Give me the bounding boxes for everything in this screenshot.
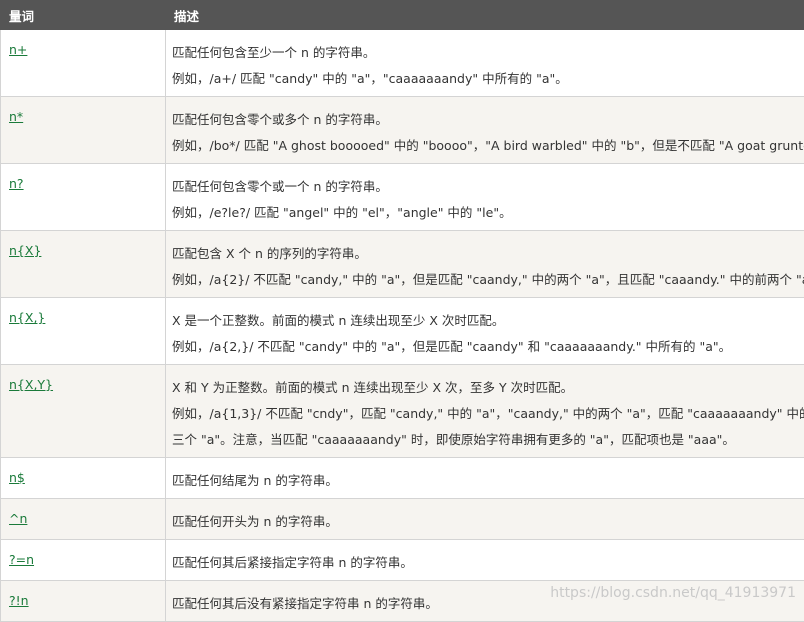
- table-row: n{X} 匹配包含 X 个 n 的序列的字符串。例如，/a{2}/ 不匹配 "ca…: [1, 231, 804, 298]
- description-cell: 匹配任何包含零个或一个 n 的字符串。例如，/e?le?/ 匹配 "angel"…: [166, 164, 804, 231]
- table-row: ?=n 匹配任何其后紧接指定字符串 n 的字符串。: [1, 540, 804, 581]
- description-cell: 匹配任何包含至少一个 n 的字符串。例如，/a+/ 匹配 "candy" 中的 …: [166, 30, 804, 97]
- table-row: n{X,Y} X 和 Y 为正整数。前面的模式 n 连续出现至少 X 次，至多 Y…: [1, 365, 804, 458]
- description-cell: 匹配任何结尾为 n 的字符串。: [166, 458, 804, 499]
- header-quantifier: 量词: [1, 1, 166, 30]
- description-line: 例如，/a{1,3}/ 不匹配 "cndy"，匹配 "candy," 中的 "a…: [172, 401, 804, 427]
- table-row: ?!n 匹配任何其后没有紧接指定字符串 n 的字符串。: [1, 581, 804, 622]
- description-line: 例如，/a{2,}/ 不匹配 "candy" 中的 "a"，但是匹配 "caan…: [172, 334, 804, 360]
- description-cell: 匹配包含 X 个 n 的序列的字符串。例如，/a{2}/ 不匹配 "candy,…: [166, 231, 804, 298]
- description-line: 例如，/a+/ 匹配 "candy" 中的 "a"，"caaaaaaandy" …: [172, 66, 804, 92]
- quantifier-link[interactable]: n$: [9, 470, 25, 485]
- description-line: 三个 "a"。注意，当匹配 "caaaaaaandy" 时，即使原始字符串拥有更…: [172, 427, 804, 453]
- quantifier-link[interactable]: n{X,}: [9, 310, 45, 325]
- quantifier-link[interactable]: n*: [9, 109, 23, 124]
- description-cell: 匹配任何包含零个或多个 n 的字符串。例如，/bo*/ 匹配 "A ghost …: [166, 97, 804, 164]
- quantifier-link[interactable]: n?: [9, 176, 24, 191]
- table-row: n+ 匹配任何包含至少一个 n 的字符串。例如，/a+/ 匹配 "candy" 中…: [1, 30, 804, 97]
- table-row: n$ 匹配任何结尾为 n 的字符串。: [1, 458, 804, 499]
- quantifier-link[interactable]: ?!n: [9, 593, 29, 608]
- header-description: 描述: [166, 1, 804, 30]
- table-header-row: 量词 描述: [1, 1, 804, 30]
- description-line: 匹配包含 X 个 n 的序列的字符串。: [172, 241, 804, 267]
- description-line: 例如，/bo*/ 匹配 "A ghost booooed" 中的 "boooo"…: [172, 133, 804, 159]
- description-line: 匹配任何其后紧接指定字符串 n 的字符串。: [172, 550, 804, 576]
- table-row: n{X,} X 是一个正整数。前面的模式 n 连续出现至少 X 次时匹配。例如，/…: [1, 298, 804, 365]
- description-line: 例如，/e?le?/ 匹配 "angel" 中的 "el"，"angle" 中的…: [172, 200, 804, 226]
- description-cell: X 和 Y 为正整数。前面的模式 n 连续出现至少 X 次，至多 Y 次时匹配。…: [166, 365, 804, 458]
- quantifier-cell: ?=n: [1, 540, 166, 581]
- quantifier-cell: n+: [1, 30, 166, 97]
- description-cell: 匹配任何其后没有紧接指定字符串 n 的字符串。: [166, 581, 804, 622]
- table-row: ^n 匹配任何开头为 n 的字符串。: [1, 499, 804, 540]
- quantifier-table: 量词 描述 n+ 匹配任何包含至少一个 n 的字符串。例如，/a+/ 匹配 "ca…: [0, 0, 804, 622]
- quantifier-cell: n{X,Y}: [1, 365, 166, 458]
- description-cell: 匹配任何开头为 n 的字符串。: [166, 499, 804, 540]
- description-line: 匹配任何结尾为 n 的字符串。: [172, 468, 804, 494]
- table-row: n? 匹配任何包含零个或一个 n 的字符串。例如，/e?le?/ 匹配 "ange…: [1, 164, 804, 231]
- quantifier-link[interactable]: n{X,Y}: [9, 377, 53, 392]
- quantifier-cell: n$: [1, 458, 166, 499]
- quantifier-cell: ^n: [1, 499, 166, 540]
- description-line: 匹配任何包含零个或一个 n 的字符串。: [172, 174, 804, 200]
- description-cell: 匹配任何其后紧接指定字符串 n 的字符串。: [166, 540, 804, 581]
- description-line: 匹配任何包含至少一个 n 的字符串。: [172, 40, 804, 66]
- quantifier-cell: ?!n: [1, 581, 166, 622]
- quantifier-link[interactable]: n+: [9, 42, 27, 57]
- description-line: 匹配任何开头为 n 的字符串。: [172, 509, 804, 535]
- table-row: n* 匹配任何包含零个或多个 n 的字符串。例如，/bo*/ 匹配 "A ghos…: [1, 97, 804, 164]
- description-line: 匹配任何包含零个或多个 n 的字符串。: [172, 107, 804, 133]
- quantifier-cell: n*: [1, 97, 166, 164]
- description-line: X 和 Y 为正整数。前面的模式 n 连续出现至少 X 次，至多 Y 次时匹配。: [172, 375, 804, 401]
- description-line: X 是一个正整数。前面的模式 n 连续出现至少 X 次时匹配。: [172, 308, 804, 334]
- quantifier-link[interactable]: ?=n: [9, 552, 34, 567]
- description-cell: X 是一个正整数。前面的模式 n 连续出现至少 X 次时匹配。例如，/a{2,}…: [166, 298, 804, 365]
- description-line: 例如，/a{2}/ 不匹配 "candy," 中的 "a"，但是匹配 "caan…: [172, 267, 804, 293]
- quantifier-link[interactable]: ^n: [9, 511, 27, 526]
- quantifier-cell: n{X,}: [1, 298, 166, 365]
- quantifier-cell: n{X}: [1, 231, 166, 298]
- quantifier-cell: n?: [1, 164, 166, 231]
- description-line: 匹配任何其后没有紧接指定字符串 n 的字符串。: [172, 591, 804, 617]
- quantifier-link[interactable]: n{X}: [9, 243, 41, 258]
